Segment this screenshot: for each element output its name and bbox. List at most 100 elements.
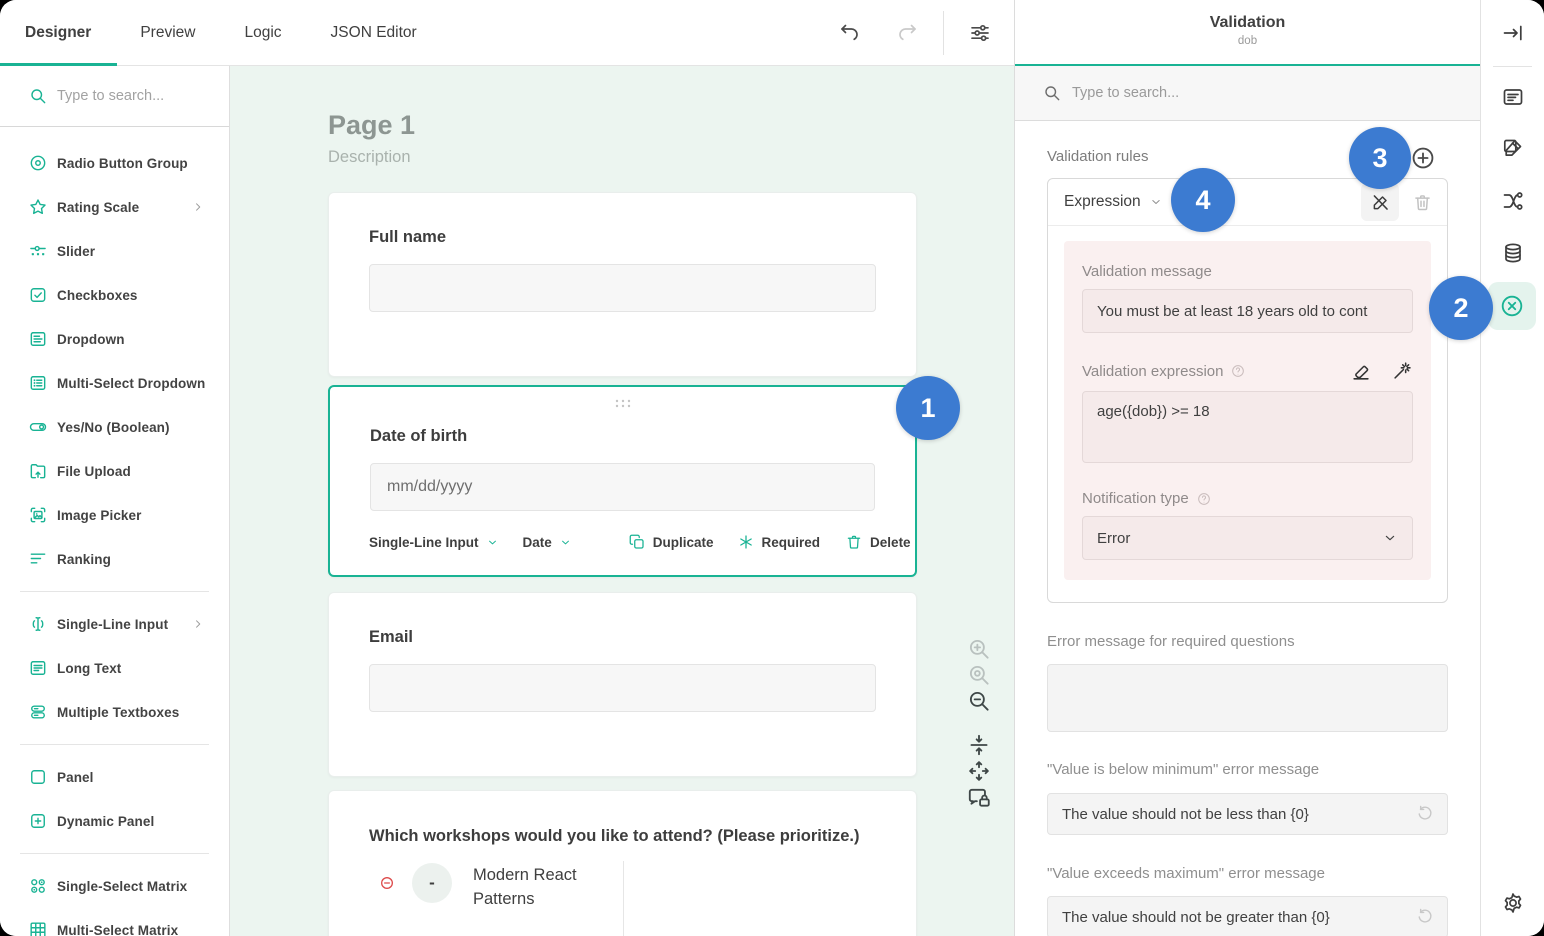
question-title: Which workshops would you like to attend…	[369, 827, 876, 846]
text-input[interactable]	[369, 664, 876, 712]
toolbox-group-divider	[20, 744, 209, 745]
question-card-date-of-birth[interactable]: Date of birth mm/dd/yyyy Single-Line Inp…	[328, 385, 917, 577]
toolbox-item-multiple-textboxes[interactable]: Multiple Textboxes	[0, 690, 229, 734]
tab-logic[interactable]: Logic	[244, 24, 281, 42]
max-error-label: "Value exceeds maximum" error message	[1047, 865, 1325, 882]
toolbox-item-single-select-matrix[interactable]: Single-Select Matrix	[0, 864, 229, 908]
property-grid-panel: Validation dob Type to search... Validat…	[1014, 0, 1480, 936]
collapse-panel-icon[interactable]	[1501, 21, 1525, 45]
strip-divider	[1493, 66, 1532, 67]
validation-expression-input[interactable]: age({dob}) >= 18	[1082, 391, 1413, 463]
toolbox-item-yes-no-boolean-[interactable]: Yes/No (Boolean)	[0, 405, 229, 449]
toolbar-divider	[943, 11, 944, 55]
canvas-zoom-toolbar	[966, 636, 992, 810]
toolbox-item-image-picker[interactable]: Image Picker	[0, 493, 229, 537]
toolbox-item-multi-select-dropdown[interactable]: Multi-Select Dropdown	[0, 361, 229, 405]
help-icon[interactable]	[1196, 491, 1212, 507]
remove-item-icon[interactable]	[379, 875, 395, 891]
redo-icon[interactable]	[895, 21, 919, 45]
toolbox-search-placeholder: Type to search...	[57, 88, 164, 104]
settings-gear-icon[interactable]	[1501, 891, 1525, 915]
input-type-label: Date	[523, 535, 552, 550]
clear-expression-icon[interactable]	[1350, 360, 1372, 382]
delete-rule-icon[interactable]	[1403, 183, 1441, 221]
property-search[interactable]: Type to search...	[1015, 66, 1480, 121]
duplicate-icon	[628, 533, 646, 551]
file-upload-icon	[28, 461, 48, 481]
ranking-column-divider	[623, 861, 624, 936]
toolbox-item-checkboxes[interactable]: Checkboxes	[0, 273, 229, 317]
undo-icon[interactable]	[838, 21, 862, 45]
toolbox-item-slider[interactable]: Slider	[0, 229, 229, 273]
annotation-badge-4: 4	[1171, 168, 1235, 232]
question-card-email[interactable]: Email	[328, 592, 917, 777]
min-error-input[interactable]: The value should not be less than {0}	[1047, 793, 1448, 835]
required-toggle[interactable]: Required	[737, 533, 821, 551]
required-error-input[interactable]	[1047, 664, 1448, 732]
expression-rule-body: Validation message You must be at least …	[1064, 241, 1431, 580]
date-input[interactable]: mm/dd/yyyy	[370, 463, 875, 511]
tab-json-editor[interactable]: JSON Editor	[331, 24, 417, 42]
toolbox-search[interactable]: Type to search...	[0, 66, 229, 127]
reset-to-default-icon[interactable]	[1415, 804, 1435, 824]
zoom-out-icon[interactable]	[966, 688, 992, 714]
min-error-value: The value should not be less than {0}	[1062, 806, 1309, 823]
delete-question-button[interactable]: Delete	[845, 533, 911, 551]
delete-label: Delete	[870, 535, 911, 550]
dynamic-panel-icon	[28, 811, 48, 831]
validation-message-label: Validation message	[1082, 263, 1413, 280]
lock-questions-icon[interactable]	[966, 784, 992, 810]
zoom-in-icon[interactable]	[966, 636, 992, 662]
general-settings-icon[interactable]	[1501, 85, 1525, 109]
survey-settings-icon[interactable]	[968, 21, 992, 45]
input-type-dropdown[interactable]: Date	[523, 535, 572, 550]
build-expression-icon[interactable]	[1391, 360, 1413, 382]
reset-to-default-icon[interactable]	[1415, 907, 1435, 927]
drag-mode-icon[interactable]	[966, 758, 992, 784]
max-error-value: The value should not be greater than {0}	[1062, 909, 1330, 926]
toolbox-item-ranking[interactable]: Ranking	[0, 537, 229, 581]
tab-preview[interactable]: Preview	[140, 24, 195, 42]
toolbox-item-long-text[interactable]: Long Text	[0, 646, 229, 690]
data-icon[interactable]	[1501, 241, 1525, 265]
question-card-workshops[interactable]: Which workshops would you like to attend…	[328, 790, 917, 936]
page-description[interactable]: Description	[328, 148, 411, 167]
help-icon[interactable]	[1230, 363, 1246, 379]
toolbox-item-rating-scale[interactable]: Rating Scale	[0, 185, 229, 229]
text-input[interactable]	[369, 264, 876, 312]
question-card-full-name[interactable]: Full name	[328, 192, 917, 377]
panel-subtitle: dob	[1015, 35, 1480, 47]
ranking-item[interactable]: - Modern React Patterns	[379, 863, 593, 911]
page-title[interactable]: Page 1	[328, 110, 415, 141]
collapse-pages-icon[interactable]	[966, 732, 992, 758]
add-rule-plus-icon[interactable]	[1410, 145, 1436, 171]
required-label: Required	[762, 535, 821, 550]
toolbox-item-label: Long Text	[57, 661, 121, 676]
validation-tab-active[interactable]	[1488, 282, 1536, 330]
toolbox-item-file-upload[interactable]: File Upload	[0, 449, 229, 493]
chevron-down-icon	[486, 536, 499, 549]
toolbox-item-single-line-input[interactable]: Single-Line Input	[0, 602, 229, 646]
question-type-dropdown[interactable]: Single-Line Input	[369, 535, 499, 550]
zoom-reset-icon[interactable]	[966, 662, 992, 688]
checkboxes-icon	[28, 285, 48, 305]
max-error-input[interactable]: The value should not be greater than {0}	[1047, 896, 1448, 936]
logic-icon[interactable]	[1501, 189, 1525, 213]
toolbox-item-dropdown[interactable]: Dropdown	[0, 317, 229, 361]
notification-type-value: Error	[1097, 530, 1130, 547]
drag-handle-icon[interactable]	[614, 399, 632, 408]
duplicate-button[interactable]: Duplicate	[628, 533, 714, 551]
toolbox-item-multi-select-matrix[interactable]: Multi-Select Matrix	[0, 908, 229, 936]
rule-type-dropdown[interactable]: Expression	[1064, 193, 1163, 211]
validation-message-input[interactable]: You must be at least 18 years old to con…	[1082, 289, 1413, 333]
ranking-item-label[interactable]: Modern React Patterns	[473, 863, 593, 911]
toolbox-item-dynamic-panel[interactable]: Dynamic Panel	[0, 799, 229, 843]
toolbox-item-panel[interactable]: Panel	[0, 755, 229, 799]
notification-type-select[interactable]: Error	[1082, 516, 1413, 560]
toolbox-item-radio-button-group[interactable]: Radio Button Group	[0, 141, 229, 185]
rating-scale-icon	[28, 197, 48, 217]
tab-designer[interactable]: Designer	[25, 24, 91, 42]
layout-theme-icon[interactable]	[1501, 136, 1525, 160]
image-picker-icon	[28, 505, 48, 525]
toolbox-item-label: Radio Button Group	[57, 156, 188, 171]
